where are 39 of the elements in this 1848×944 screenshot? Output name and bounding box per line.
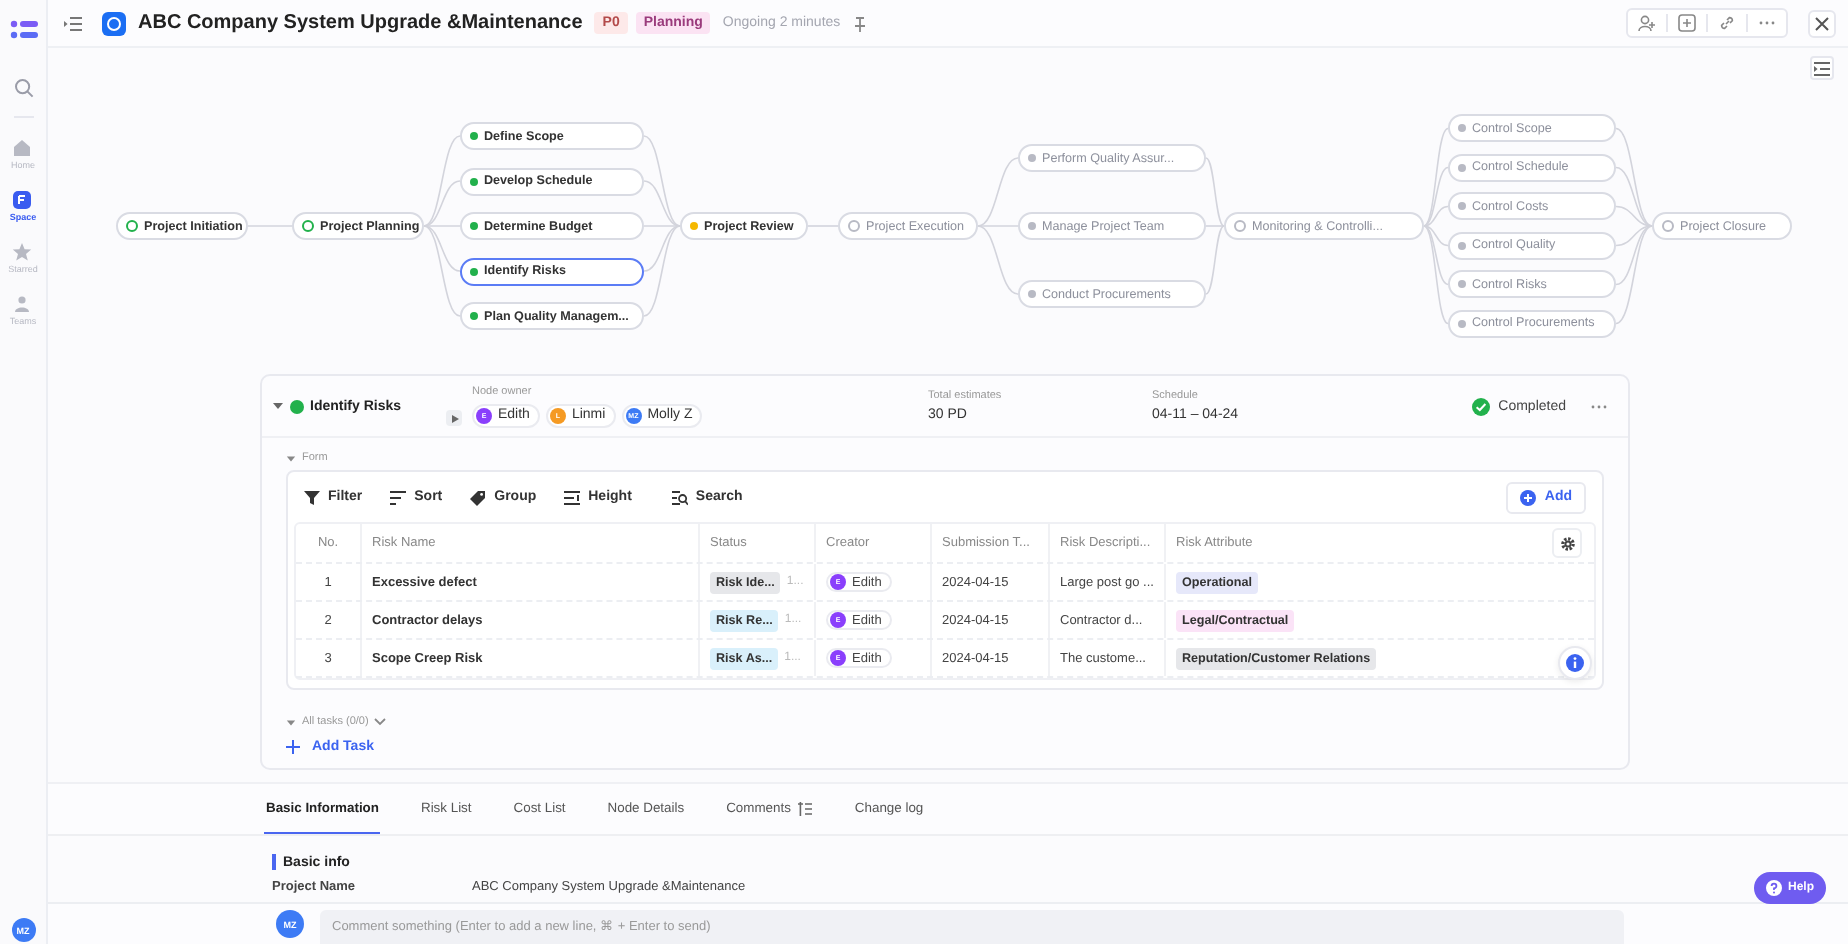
- sort-icon: [390, 489, 407, 505]
- plus-circle-icon: [1520, 489, 1537, 505]
- info-icon: [1566, 654, 1584, 672]
- caret-icon[interactable]: [286, 453, 296, 463]
- expand-button[interactable]: [446, 410, 462, 426]
- home-icon: [12, 138, 33, 158]
- caret-icon[interactable]: [286, 717, 296, 727]
- check-circle-icon: [1472, 397, 1491, 415]
- close-icon: [1814, 15, 1830, 31]
- search-icon[interactable]: [13, 78, 33, 98]
- app-logo-icon[interactable]: [9, 20, 37, 40]
- layout-toggle-button[interactable]: [1810, 56, 1834, 80]
- list-icon: [1814, 61, 1830, 75]
- connector-line: [807, 225, 839, 227]
- people-icon: [12, 294, 33, 314]
- filter-lines-icon: [798, 801, 813, 815]
- caret-icon[interactable]: [272, 400, 284, 412]
- person-icon[interactable]: [1638, 14, 1656, 32]
- space-icon: [12, 190, 33, 210]
- close-button[interactable]: [1808, 9, 1836, 37]
- add-box-icon[interactable]: [1678, 14, 1696, 32]
- project-title: ABC Company System Upgrade &Maintenance: [138, 12, 583, 34]
- search-icon: [671, 489, 688, 505]
- pin-icon[interactable]: [852, 15, 869, 31]
- plus-icon: [286, 740, 300, 754]
- info-button[interactable]: [1558, 646, 1592, 680]
- filter-icon: [304, 489, 320, 505]
- chevron-down-icon[interactable]: [374, 718, 387, 726]
- star-icon: [12, 242, 33, 262]
- collapse-sidebar-icon[interactable]: [64, 15, 82, 31]
- settings-button[interactable]: [1552, 528, 1582, 558]
- project-icon: [102, 11, 126, 35]
- link-icon[interactable]: [1718, 14, 1736, 32]
- question-icon: [1765, 880, 1782, 896]
- settings-icon: [1559, 535, 1575, 551]
- more-icon[interactable]: [1590, 403, 1608, 409]
- play-icon: [449, 413, 459, 423]
- rows-icon: [564, 489, 581, 505]
- tag-icon: [470, 489, 487, 505]
